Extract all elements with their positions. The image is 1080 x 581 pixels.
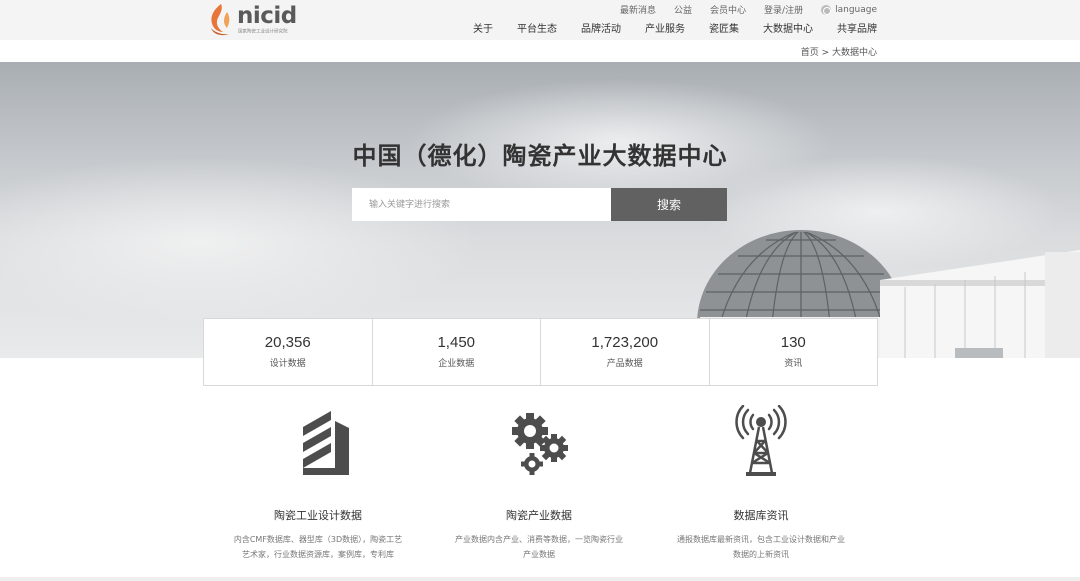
stat-enterprise-data[interactable]: 1,450 企业数据 [373, 319, 541, 385]
page-title: 中国（德化）陶瓷产业大数据中心 [352, 142, 728, 170]
search-bar: 搜索 [352, 188, 727, 221]
stat-label: 资讯 [784, 359, 803, 369]
stat-value: 1,723,200 [591, 334, 659, 351]
logo-subtitle: 国家陶瓷工业设计研究院 [238, 28, 288, 35]
stat-news[interactable]: 130 资讯 [710, 319, 878, 385]
feature-description-line: 产业数据内含产业、消费等数据，一览陶瓷行业 [455, 535, 623, 544]
feature-title: 数据库资讯 [733, 509, 789, 522]
search-input[interactable] [352, 188, 611, 221]
hero-banner: 中国（德化）陶瓷产业大数据中心 搜索 [0, 62, 1080, 358]
language-label: language [835, 4, 877, 15]
flame-logo-icon [211, 4, 230, 36]
feature-description-line: 内含CMF数据库、器型库（3D数据），陶瓷工艺 [233, 535, 403, 544]
stats-panel: 20,356 设计数据 1,450 企业数据 1,723,200 产品数据 13… [203, 318, 878, 386]
site-header: nicid 国家陶瓷工业设计研究院 最新消息 公益 会员中心 登录/注册 lan… [0, 0, 1080, 40]
stat-label: 设计数据 [269, 359, 306, 369]
feature-design-data[interactable]: 陶瓷工业设计数据 内含CMF数据库、器型库（3D数据），陶瓷工艺 艺术家，行业数… [223, 405, 413, 562]
feature-description-line: 数据的上新资讯 [733, 550, 789, 559]
breadcrumb[interactable]: 首页 > 大数据中心 [801, 45, 877, 58]
stat-value: 1,450 [437, 334, 476, 351]
top-link-news[interactable]: 最新消息 [620, 3, 656, 16]
feature-industry-data[interactable]: 陶瓷产业数据 产业数据内含产业、消费等数据，一览陶瓷行业 产业数据 [444, 405, 634, 562]
feature-description: 通报数据库最新资讯，包含工业设计数据和产业 数据的上新资讯 [666, 532, 856, 562]
feature-description-line: 艺术家，行业数据资源库，案例库，专利库 [242, 550, 394, 559]
feature-description-line: 通报数据库最新资讯，包含工业设计数据和产业 [677, 535, 845, 544]
top-link-member-center[interactable]: 会员中心 [710, 3, 746, 16]
feature-title: 陶瓷产业数据 [506, 509, 572, 522]
nav-item-brand-events[interactable]: 品牌活动 [581, 20, 621, 35]
top-link-charity[interactable]: 公益 [674, 3, 692, 16]
site-logo[interactable]: nicid 国家陶瓷工业设计研究院 [203, 2, 303, 38]
building-stairs-icon [303, 411, 349, 475]
stat-value: 130 [780, 334, 806, 351]
nav-item-big-data-center[interactable]: 大数据中心 [763, 20, 813, 35]
feature-description: 产业数据内含产业、消费等数据，一览陶瓷行业 产业数据 [444, 532, 634, 562]
top-link-login-register[interactable]: 登录/注册 [764, 3, 803, 16]
feature-description-line: 产业数据 [523, 550, 555, 559]
top-links: 最新消息 公益 会员中心 登录/注册 language [602, 3, 877, 16]
search-button[interactable]: 搜索 [611, 188, 727, 221]
stat-label: 产品数据 [606, 359, 643, 369]
nav-item-industry-services[interactable]: 产业服务 [645, 20, 685, 35]
nav-item-about[interactable]: 关于 [473, 20, 493, 35]
page-bottom-divider [0, 577, 1080, 581]
stat-product-data[interactable]: 1,723,200 产品数据 [541, 319, 710, 385]
nav-item-artisans[interactable]: 瓷匠集 [709, 20, 739, 35]
stat-value: 20,356 [264, 334, 311, 351]
logo-wordmark: nicid [237, 3, 297, 29]
signal-tower-icon [735, 404, 787, 476]
globe-icon [821, 4, 832, 15]
stat-design-data[interactable]: 20,356 设计数据 [204, 319, 373, 385]
feature-title: 陶瓷工业设计数据 [274, 509, 362, 522]
nav-item-platform-ecosystem[interactable]: 平台生态 [517, 20, 557, 35]
nav-item-shared-brands[interactable]: 共享品牌 [837, 20, 877, 35]
main-nav: 关于 平台生态 品牌活动 产业服务 瓷匠集 大数据中心 共享品牌 [449, 20, 877, 35]
language-switch[interactable]: language [821, 4, 877, 15]
feature-description: 内含CMF数据库、器型库（3D数据），陶瓷工艺 艺术家，行业数据资源库，案例库，… [223, 532, 413, 562]
breadcrumb-bar: 首页 > 大数据中心 [0, 40, 1080, 62]
gears-icon [512, 413, 568, 475]
stat-label: 企业数据 [438, 359, 475, 369]
feature-database-news[interactable]: 数据库资讯 通报数据库最新资讯，包含工业设计数据和产业 数据的上新资讯 [666, 404, 856, 562]
